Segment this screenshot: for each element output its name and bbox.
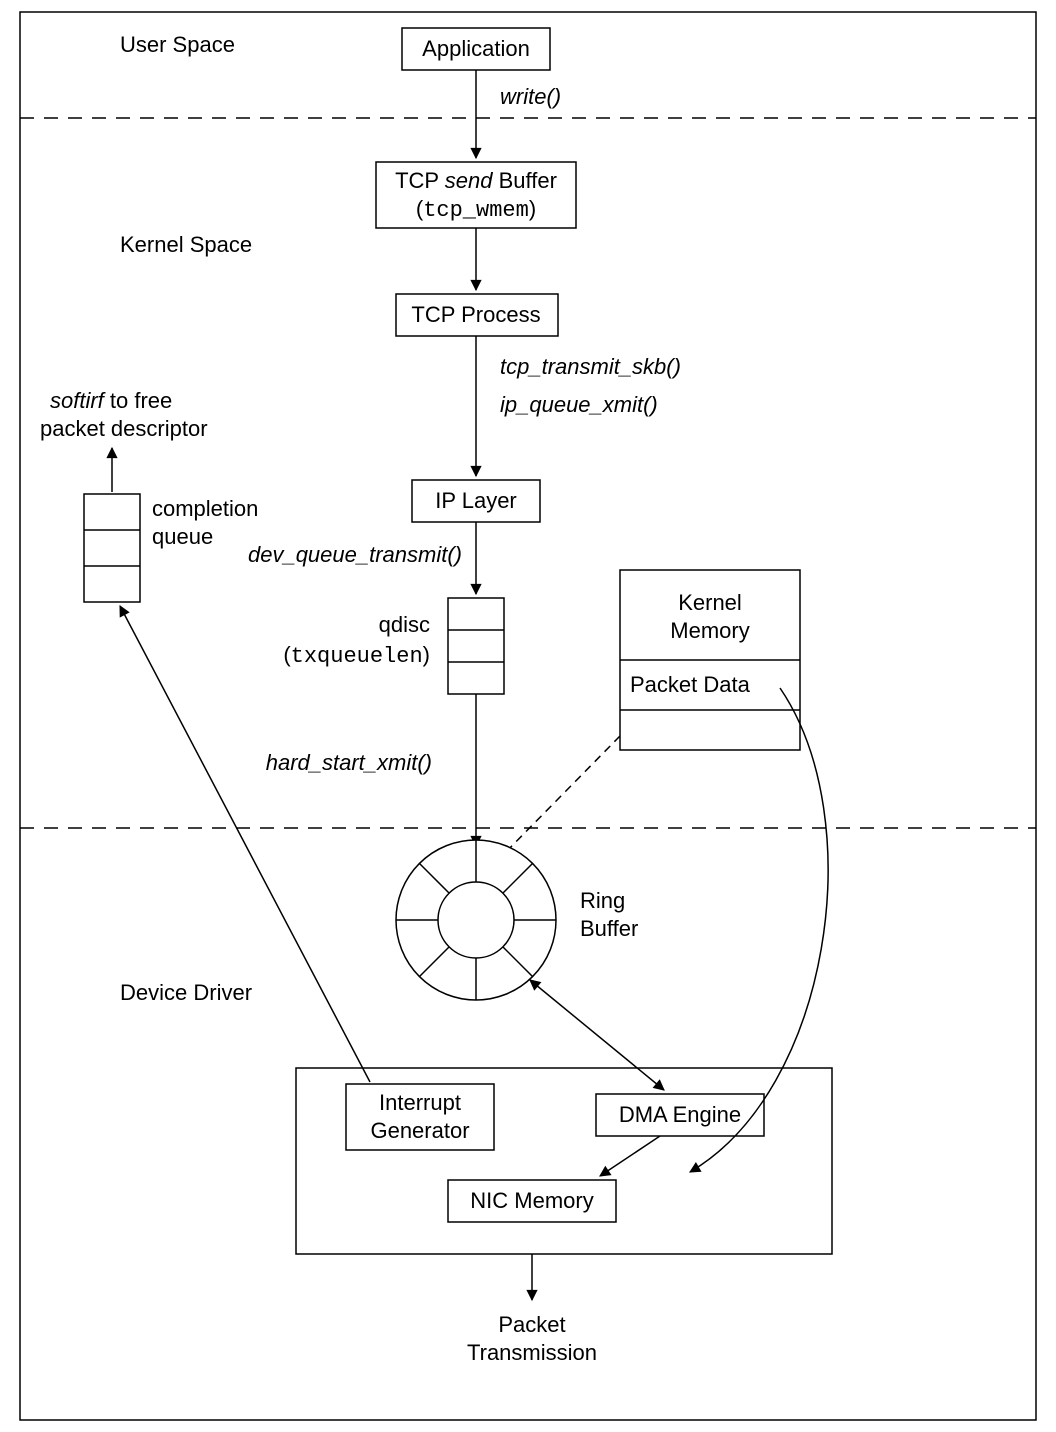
call-tts: tcp_transmit_skb() xyxy=(500,354,681,379)
svg-text:Memory: Memory xyxy=(670,618,749,643)
region-kernel-label: Kernel Space xyxy=(120,232,252,257)
node-ip-layer: IP Layer xyxy=(412,480,540,522)
diagram-canvas: User Space Kernel Space Device Driver Ap… xyxy=(0,0,1056,1432)
svg-text:completion: completion xyxy=(152,496,258,521)
node-packet-trans2: Transmission xyxy=(467,1340,597,1365)
svg-text:TCP send Buffer: TCP send Buffer xyxy=(395,168,557,193)
svg-text:TCP Process: TCP Process xyxy=(411,302,540,327)
softirf-label-1: softirf to free xyxy=(50,388,172,413)
node-packet-data: Packet Data xyxy=(630,672,751,697)
call-write: write() xyxy=(500,84,561,109)
call-iqx: ip_queue_xmit() xyxy=(500,392,658,417)
svg-text:(tcp_wmem): (tcp_wmem) xyxy=(416,196,536,223)
svg-text:Generator: Generator xyxy=(370,1118,469,1143)
node-interrupt-generator: Interrupt Generator xyxy=(346,1084,494,1150)
region-user-label: User Space xyxy=(120,32,235,57)
node-dma-engine: DMA Engine xyxy=(596,1094,764,1136)
svg-text:NIC Memory: NIC Memory xyxy=(470,1188,593,1213)
node-kernel-memory: Kernel Memory Packet Data xyxy=(620,570,800,750)
svg-text:(txqueuelen): (txqueuelen) xyxy=(283,642,430,669)
region-driver-label: Device Driver xyxy=(120,980,252,1005)
svg-text:Interrupt: Interrupt xyxy=(379,1090,461,1115)
node-tcp-send-buffer: TCP send Buffer (tcp_wmem) xyxy=(376,162,576,228)
node-packet-trans1: Packet xyxy=(498,1312,565,1337)
svg-text:Ring: Ring xyxy=(580,888,625,913)
svg-text:Buffer: Buffer xyxy=(580,916,638,941)
svg-text:qdisc: qdisc xyxy=(379,612,430,637)
svg-text:Application: Application xyxy=(422,36,530,61)
svg-text:Kernel: Kernel xyxy=(678,590,742,615)
node-tcp-process: TCP Process xyxy=(396,294,558,336)
svg-text:queue: queue xyxy=(152,524,213,549)
node-nic-memory: NIC Memory xyxy=(448,1180,616,1222)
call-hsx: hard_start_xmit() xyxy=(266,750,432,775)
call-dqt: dev_queue_transmit() xyxy=(248,542,462,567)
svg-text:DMA Engine: DMA Engine xyxy=(619,1102,741,1127)
softirf-label-2: packet descriptor xyxy=(40,416,208,441)
svg-text:IP Layer: IP Layer xyxy=(435,488,517,513)
node-application: Application xyxy=(402,28,550,70)
